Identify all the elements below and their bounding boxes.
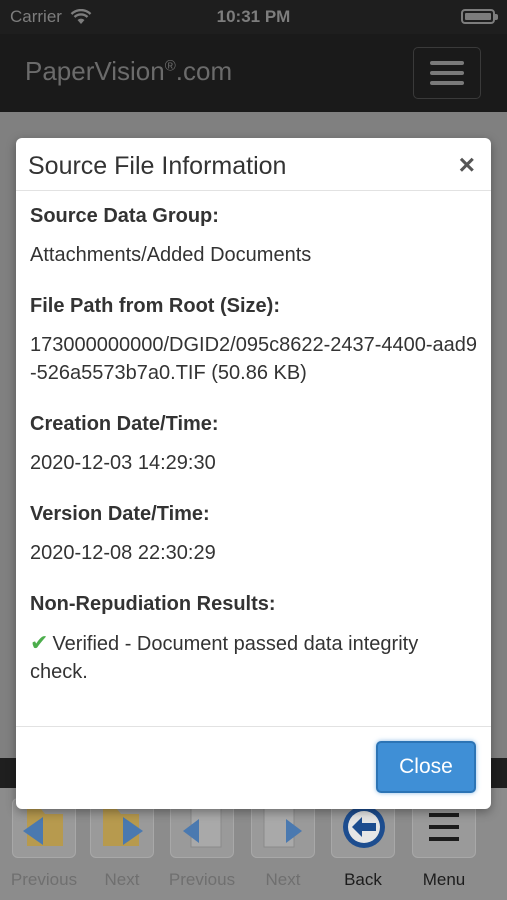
field-value: 2020-12-08 22:30:29 [30,542,216,564]
next-page-button[interactable]: Next [249,798,317,890]
field-value: Attachments/Added Documents [30,244,312,266]
modal-body: Source Data Group: Attachments/Added Doc… [30,204,480,711]
creation-date-section: Creation Date/Time: 2020-12-03 14:29:30 [30,412,480,477]
checkmark-icon: ✔ [30,630,49,655]
status-bar: Carrier 10:31 PM [0,0,507,34]
field-label: Source Data Group: [30,205,219,227]
modal-title: Source File Information [28,152,287,180]
back-button[interactable]: Back [329,798,397,890]
previous-document-button[interactable]: Previous [10,798,78,890]
brand-suffix: .com [175,56,233,86]
toolbar-label: Menu [422,870,466,889]
field-label: Non-Repudiation Results: [30,593,276,615]
hamburger-icon [430,61,464,65]
brand-logo[interactable]: PaperVision®.com [25,56,232,87]
hamburger-menu-button[interactable] [413,47,481,99]
top-navbar: PaperVision®.com [0,34,507,112]
file-path-section: File Path from Root (Size): 173000000000… [30,294,480,387]
toolbar-label: Back [344,870,382,889]
modal-header: Source File Information × [16,138,491,191]
modal-footer-divider [16,726,491,727]
registered-mark: ® [164,57,176,75]
field-label: File Path from Root (Size): [30,295,280,317]
toolbar-label: Previous [10,870,78,889]
source-data-group-section: Source Data Group: Attachments/Added Doc… [30,204,480,269]
source-file-info-modal: Source File Information × Source Data Gr… [16,138,491,809]
verification-text: Verified - Document passed data integrit… [30,633,419,683]
next-document-button[interactable]: Next [88,798,156,890]
brand-name: PaperVision [25,56,165,86]
battery-icon [461,9,498,24]
toolbar-label: Next [265,870,301,889]
verification-result: ✔ Verified - Document passed data integri… [30,629,480,686]
field-label: Creation Date/Time: [30,413,219,435]
non-repudiation-section: Non-Repudiation Results: ✔ Verified - Doc… [30,592,480,686]
toolbar-label: Next [104,870,140,889]
close-button[interactable]: Close [376,741,476,793]
field-value: 2020-12-03 14:29:30 [30,452,216,474]
field-value: 173000000000/DGID2/095c8622-2437-4400-aa… [30,334,478,384]
previous-page-button[interactable]: Previous [168,798,236,890]
clock: 10:31 PM [216,7,291,26]
toolbar-label: Previous [168,870,236,889]
version-date-section: Version Date/Time: 2020-12-08 22:30:29 [30,502,480,567]
close-x-button[interactable]: × [459,151,475,179]
menu-button[interactable]: Menu [410,798,478,890]
field-label: Version Date/Time: [30,503,210,525]
